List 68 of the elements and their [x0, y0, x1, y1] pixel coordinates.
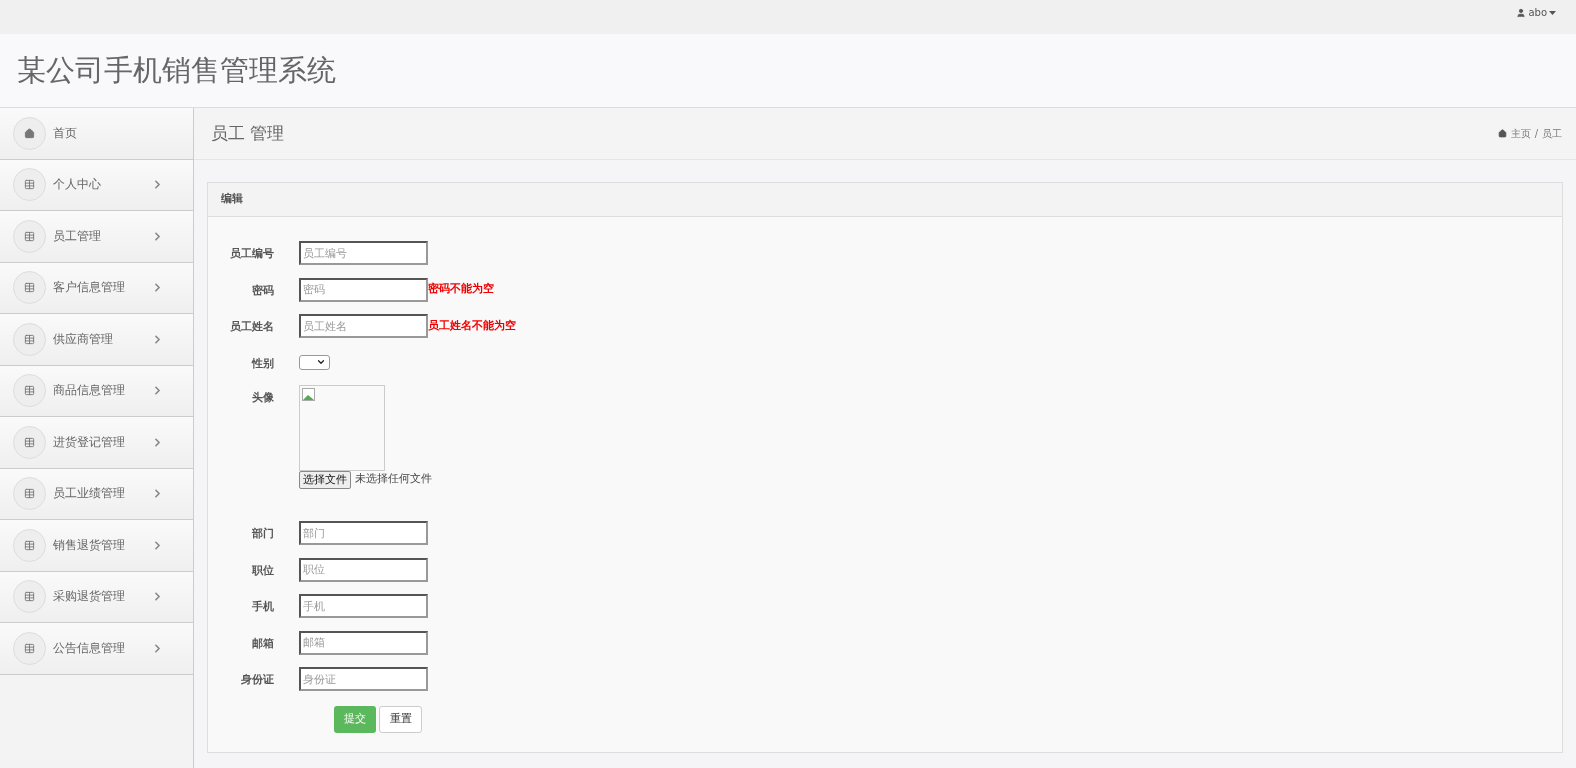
text-field[interactable]: 职位: [299, 557, 428, 582]
table-icon: [24, 642, 35, 654]
sidebar-item[interactable]: 进货登记管理: [0, 417, 193, 469]
page-title: 员工 管理: [211, 121, 285, 145]
sidebar-item[interactable]: 首页: [0, 108, 193, 160]
table-icon: [24, 539, 35, 551]
field-label: 身份证: [240, 672, 274, 688]
sidebar-label: 个人中心: [53, 176, 102, 194]
table-icon: [24, 385, 35, 397]
field-label: 头像: [251, 389, 274, 406]
sidebar-item[interactable]: 个人中心: [0, 159, 193, 211]
sidebar-label: 销售退货管理: [53, 536, 126, 554]
breadcrumb-separator: /: [1534, 127, 1538, 141]
sidebar-label: 首页: [53, 124, 78, 142]
broken-image-icon: [302, 387, 316, 402]
table-icon: [24, 591, 35, 603]
sidebar-label: 员工业绩管理: [53, 485, 126, 503]
table-icon: [24, 436, 35, 448]
text-field[interactable]: 邮箱: [299, 630, 428, 655]
field-label: 邮箱: [251, 635, 274, 652]
sidebar-item[interactable]: 商品信息管理: [0, 365, 193, 417]
sidebar-item[interactable]: 员工业绩管理: [0, 468, 193, 520]
sidebar-label: 公告信息管理: [53, 639, 126, 657]
text-field[interactable]: 员工姓名: [299, 314, 428, 338]
breadcrumb-item[interactable]: 主页: [1510, 126, 1531, 141]
home-icon: [1497, 129, 1507, 138]
breadcrumb-item: 员工: [1542, 127, 1562, 141]
sidebar-item[interactable]: 销售退货管理: [0, 520, 193, 572]
caret-icon: [1549, 10, 1556, 15]
chevron-down-icon: [316, 357, 326, 367]
reset-button[interactable]: 重置: [379, 705, 422, 733]
sidebar-label: 客户信息管理: [53, 279, 126, 297]
file-status: 未选择任何文件: [355, 471, 432, 488]
sidebar-item[interactable]: 供应商管理: [0, 314, 193, 366]
sidebar-label: 员工管理: [53, 227, 102, 245]
table-icon: [24, 179, 35, 191]
sidebar-label: 供应商管理: [53, 330, 114, 348]
sidebar-item[interactable]: 客户信息管理: [0, 262, 193, 314]
home-icon: [24, 127, 35, 139]
app-title: 某公司手机销售管理系统: [17, 51, 336, 89]
gender-select[interactable]: [299, 354, 330, 370]
field-label: 部门: [251, 526, 274, 542]
text-field[interactable]: 部门: [299, 521, 428, 545]
sidebar-item[interactable]: 采购退货管理: [0, 571, 193, 623]
table-icon: [24, 282, 35, 294]
text-field[interactable]: 身份证: [299, 667, 428, 691]
user-icon: [1516, 7, 1527, 18]
table-icon: [24, 230, 35, 242]
error-message: 员工姓名不能为空: [428, 317, 516, 334]
table-icon: [24, 488, 35, 500]
text-field[interactable]: 手机: [299, 594, 428, 618]
field-label: 员工姓名: [229, 319, 274, 335]
sidebar-label: 进货登记管理: [53, 433, 126, 451]
field-label: 职位: [251, 562, 274, 579]
table-icon: [24, 333, 35, 345]
sidebar-label: 商品信息管理: [53, 382, 126, 400]
sidebar-label: 采购退货管理: [53, 588, 126, 606]
panel-title: 编辑: [221, 191, 243, 208]
sidebar-item[interactable]: 公告信息管理: [0, 623, 193, 675]
error-message: 密码不能为空: [428, 281, 494, 298]
field-label: 员工编号: [229, 246, 274, 262]
sidebar-item[interactable]: 员工管理: [0, 211, 193, 263]
field-label: 性别: [250, 355, 274, 372]
user-menu[interactable]: abo: [1516, 5, 1556, 20]
text-field[interactable]: 密码: [299, 277, 428, 302]
field-label: 密码: [251, 282, 274, 299]
text-field[interactable]: 员工编号: [299, 241, 428, 265]
field-label: 手机: [251, 599, 274, 615]
